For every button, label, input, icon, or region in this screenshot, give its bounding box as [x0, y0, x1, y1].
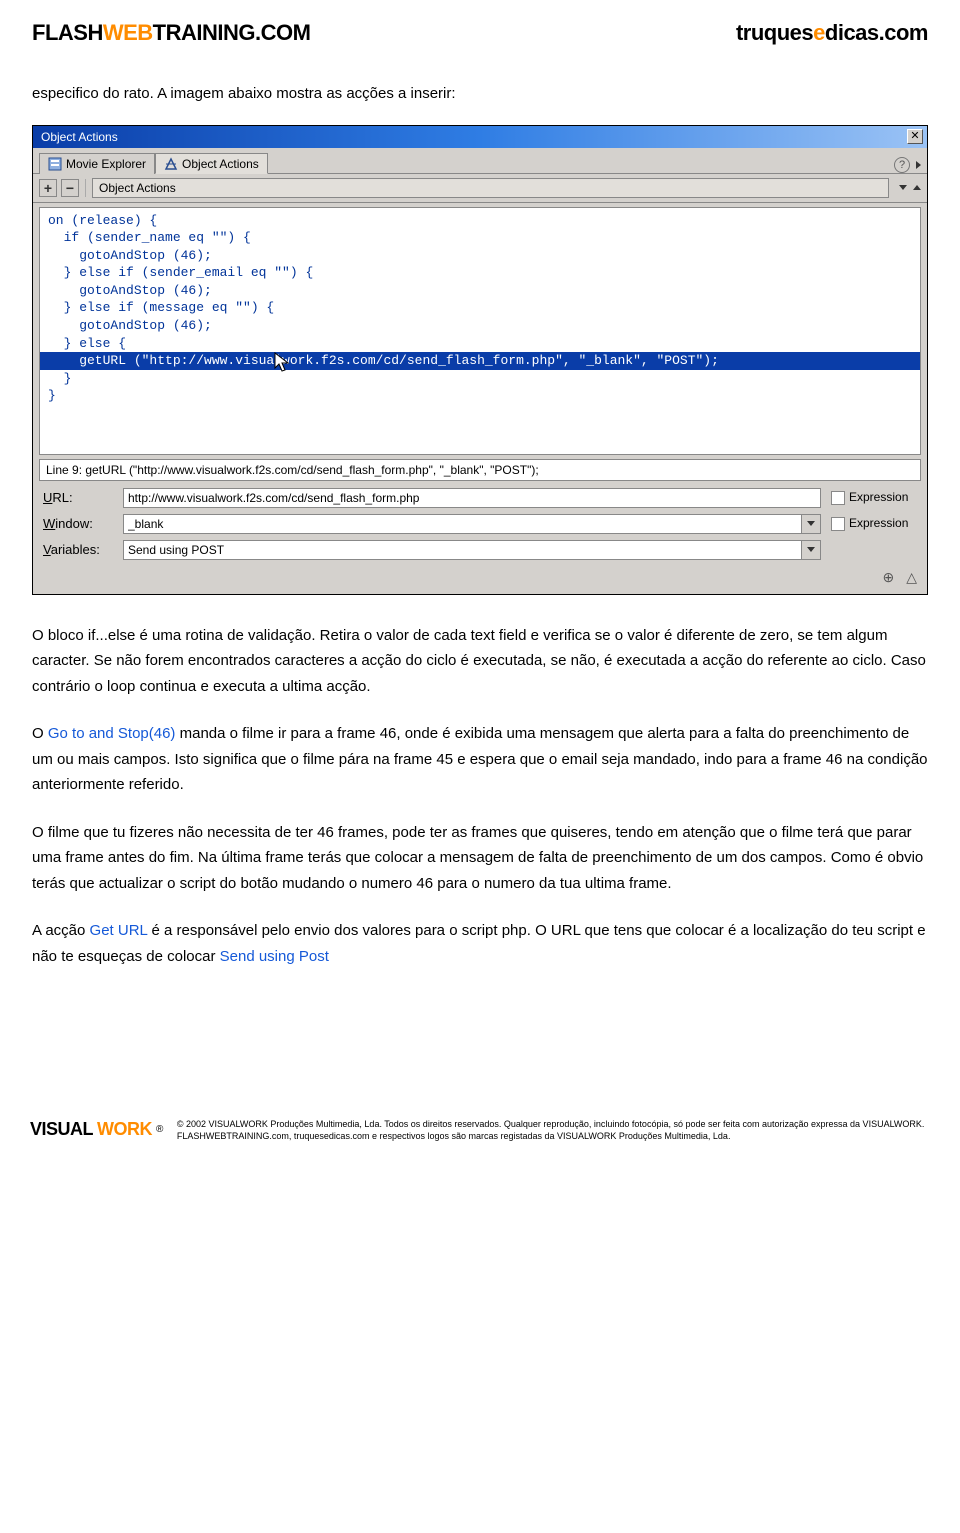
code-editor[interactable]: on (release) { if (sender_name eq "") { …	[39, 207, 921, 455]
remove-action-button[interactable]: −	[61, 179, 79, 197]
intro-text: especifico do rato. A imagem abaixo most…	[32, 82, 928, 107]
window-title: Object Actions	[37, 130, 118, 144]
visualwork-logo: VISUALWORK®	[30, 1119, 163, 1140]
target-icon[interactable]: ⊕	[882, 569, 894, 586]
url-label: URL:	[43, 490, 113, 505]
variables-row: Variables: Expression	[33, 537, 927, 563]
actions-category-dropdown[interactable]: Object Actions	[92, 178, 889, 198]
link-gotoandstop: Go to and Stop(46)	[48, 725, 176, 742]
panel-menu-icon[interactable]	[916, 161, 921, 169]
tab-movie-explorer[interactable]: Movie Explorer	[39, 153, 155, 174]
actions-toolbar: + − Object Actions	[33, 174, 927, 203]
selected-code-line: getURL ("http://www.visualwork.f2s.com/c…	[40, 352, 920, 370]
collapse-handle-icon[interactable]	[39, 342, 40, 368]
window-dropdown-button[interactable]	[801, 514, 821, 534]
object-actions-window: Object Actions ✕ Movie Explorer Object A…	[32, 125, 928, 595]
panel-footer: ⊕ △	[33, 563, 927, 595]
footer-text: © 2002 VISUALWORK Produções Multimedia, …	[177, 1119, 925, 1142]
url-input[interactable]	[123, 488, 821, 508]
url-expression-checkbox[interactable]: Expression	[831, 490, 917, 505]
tab-object-actions[interactable]: Object Actions	[155, 153, 268, 174]
logo-right: truquesedicas.com	[736, 20, 928, 46]
close-icon[interactable]: ✕	[907, 129, 923, 144]
window-label: Window:	[43, 516, 113, 531]
page-footer: VISUALWORK® © 2002 VISUALWORK Produções …	[0, 1109, 960, 1172]
movie-explorer-icon	[48, 157, 62, 171]
window-expression-checkbox[interactable]: Expression	[831, 516, 917, 531]
cursor-icon	[274, 352, 292, 378]
add-action-button[interactable]: +	[39, 179, 57, 197]
collapse-icon[interactable]: △	[906, 569, 917, 586]
paragraph: A acção Get URL é a responsável pelo env…	[32, 918, 928, 969]
window-titlebar: Object Actions ✕	[33, 126, 927, 148]
logo-left: FLASHWEBTRAINING.COM	[32, 20, 310, 46]
variables-dropdown-button[interactable]	[801, 540, 821, 560]
paragraph: O Go to and Stop(46) manda o filme ir pa…	[32, 721, 928, 798]
object-actions-icon	[164, 157, 178, 171]
link-geturl: Get URL	[90, 922, 148, 939]
move-up-icon[interactable]	[913, 185, 921, 190]
window-row: Window: Expression	[33, 511, 927, 537]
page-header: FLASHWEBTRAINING.COM truquesedicas.com	[32, 20, 928, 46]
dropdown-value: Object Actions	[99, 181, 176, 195]
status-line: Line 9: getURL ("http://www.visualwork.f…	[39, 459, 921, 481]
tab-label: Object Actions	[182, 157, 259, 171]
url-row: URL: Expression	[33, 485, 927, 511]
tab-label: Movie Explorer	[66, 157, 146, 171]
paragraph: O bloco if...else é uma rotina de valida…	[32, 623, 928, 700]
link-send-using-post: Send using Post	[220, 948, 329, 965]
tab-row: Movie Explorer Object Actions ?	[33, 148, 927, 174]
help-icon[interactable]: ?	[894, 157, 910, 173]
move-down-icon[interactable]	[899, 185, 907, 190]
variables-input[interactable]	[123, 540, 801, 560]
window-input[interactable]	[123, 514, 801, 534]
variables-label: Variables:	[43, 542, 113, 557]
paragraph: O filme que tu fizeres não necessita de …	[32, 820, 928, 897]
